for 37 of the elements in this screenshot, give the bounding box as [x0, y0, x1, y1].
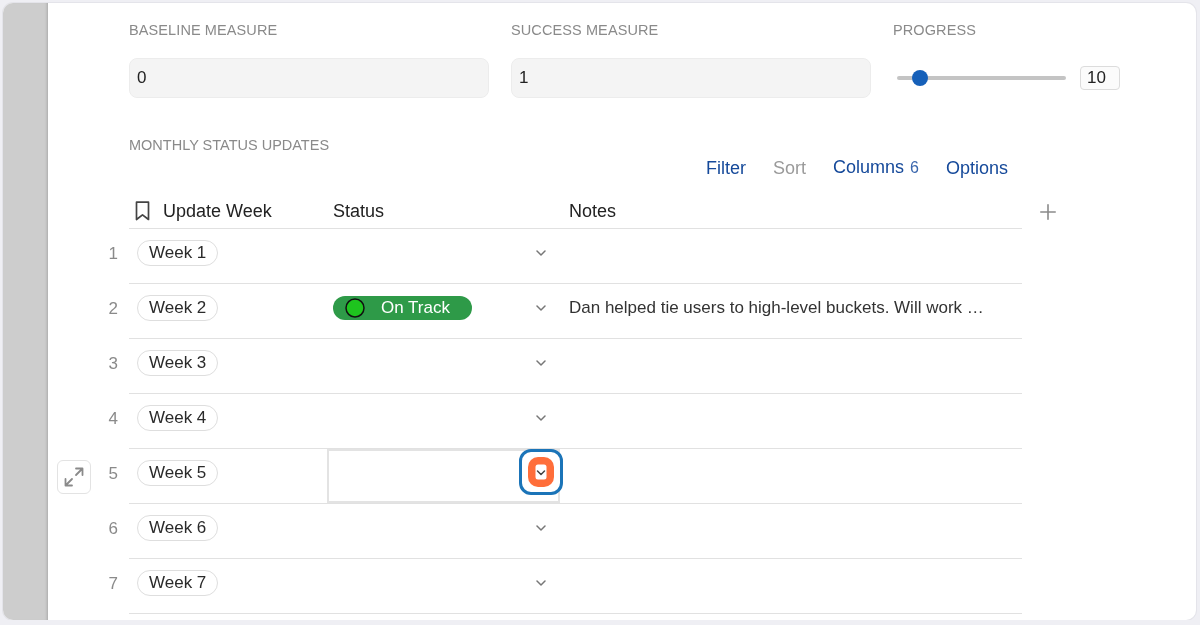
row-number: 1 — [108, 243, 118, 264]
slider-thumb[interactable] — [912, 70, 929, 86]
status-cell[interactable] — [327, 449, 560, 503]
toolbar-button[interactable]: Columns 6 — [833, 155, 919, 180]
field-label: PROGRESS — [893, 21, 976, 39]
row-number: 6 — [108, 518, 118, 539]
measure-field[interactable]: 0 — [129, 58, 489, 98]
chevron-down-icon[interactable] — [536, 415, 546, 421]
row-number: 5 — [108, 463, 118, 484]
chevron-down-icon[interactable] — [536, 525, 546, 531]
value-field[interactable]: 10 — [1080, 66, 1120, 90]
measure-field[interactable]: 1 — [511, 58, 871, 98]
chevron-down-icon[interactable] — [536, 250, 546, 256]
toolbar-button[interactable]: Options — [945, 155, 1008, 180]
row-number: 2 — [108, 298, 118, 319]
column-header[interactable]: Notes — [569, 200, 617, 222]
chevron-down-icon[interactable] — [536, 580, 546, 586]
notes-text: Dan helped tie users to high-level buckets. Will work … — [569, 298, 984, 318]
dropdown-button[interactable] — [519, 448, 563, 495]
column-header[interactable]: Status — [333, 200, 385, 222]
bookmark-icon — [135, 201, 150, 221]
field-label: SUCCESS MEASURE — [511, 21, 659, 39]
row-number: 4 — [108, 408, 118, 429]
plus-icon[interactable] — [1040, 203, 1056, 220]
chevron-down-icon — [528, 456, 554, 487]
row-number: 3 — [108, 353, 118, 374]
section-title: MONTHLY STATUS UPDATES — [129, 136, 330, 154]
chevron-down-icon[interactable] — [536, 305, 546, 311]
chevron-down-icon[interactable] — [536, 360, 546, 366]
column-header[interactable]: Update Week — [163, 200, 272, 222]
expand-icon — [64, 466, 84, 487]
field-label: BASELINE MEASURE — [129, 21, 278, 39]
row-number: 7 — [108, 573, 118, 594]
toolbar-button[interactable]: Filter — [706, 155, 746, 180]
status-label: On Track — [381, 298, 450, 318]
expand-button[interactable] — [57, 459, 91, 494]
status-dot-icon — [345, 298, 365, 318]
